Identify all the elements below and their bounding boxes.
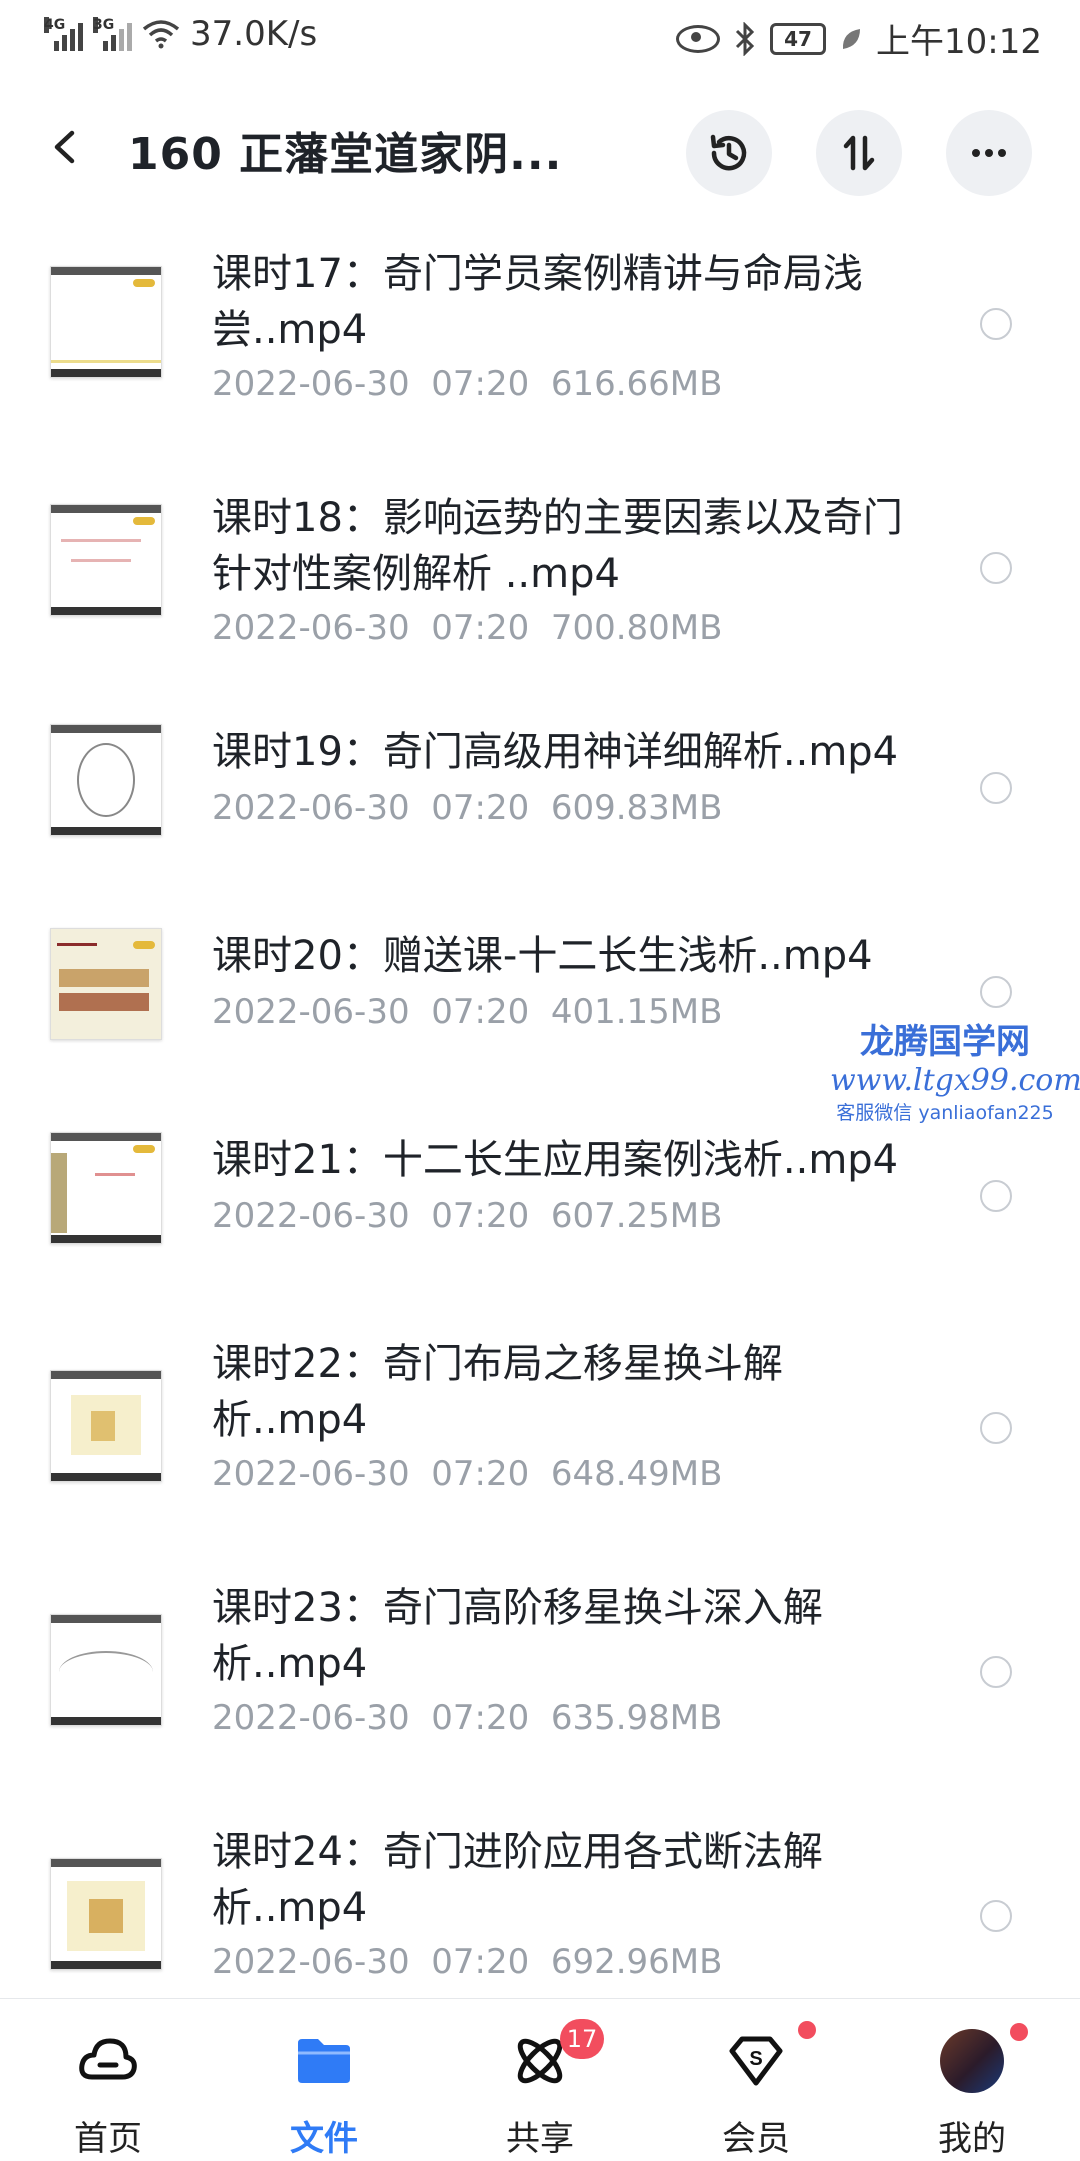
file-name: 课时21：十二长生应用案例浅析..mp4 [212, 1137, 899, 1183]
video-thumbnail [50, 1858, 162, 1970]
tab-share[interactable]: 17 共享 [432, 1999, 648, 2161]
watermark-title: 龙腾国学网 [860, 1022, 1030, 1062]
file-name: 课时24：奇门进阶应用各式断法解析..mp4 [212, 1829, 823, 1931]
select-radio[interactable] [980, 308, 1012, 340]
file-name: 课时20：赠送课-十二长生浅析..mp4 [212, 933, 873, 979]
tab-vip[interactable]: S 会员 [648, 1999, 864, 2161]
status-bar: 4G 3G 37.0K/s 47 上午10:12 [0, 0, 1080, 74]
file-meta: 2022-06-30 07:20 616.66MB [212, 364, 723, 404]
file-meta: 2022-06-30 07:20 692.96MB [212, 1942, 723, 1982]
clock: 上午10:12 [876, 22, 1042, 62]
video-thumbnail [50, 266, 162, 378]
network-type-label-2: 3G [93, 17, 115, 33]
file-meta: 2022-06-30 07:20 700.80MB [212, 608, 723, 648]
page-title: 160 正藩堂道家阴... [128, 129, 563, 180]
history-button[interactable] [686, 110, 772, 196]
file-meta: 2022-06-30 07:20 648.49MB [212, 1454, 723, 1494]
status-left: 4G 3G 37.0K/s [44, 14, 317, 54]
signal-4g-icon: 4G [44, 17, 83, 51]
tab-files[interactable]: 文件 [216, 1999, 432, 2161]
file-name: 课时19：奇门高级用神详细解析..mp4 [212, 729, 899, 775]
folder-icon [298, 2039, 350, 2083]
watermark-contact: 客服微信 yanliaofan225 [836, 1102, 1054, 1124]
file-meta: 2022-06-30 07:20 609.83MB [212, 788, 723, 828]
wifi-icon [142, 20, 180, 49]
back-arrow-icon[interactable] [48, 130, 82, 164]
more-icon [972, 149, 1006, 157]
file-meta: 2022-06-30 07:20 607.25MB [212, 1196, 723, 1236]
header-bar: 160 正藩堂道家阴... [0, 74, 1080, 234]
notification-dot [798, 2021, 816, 2039]
svg-text:S: S [749, 2048, 762, 2070]
file-list[interactable]: 课时17：奇门学员案例精讲与命局浅尝..mp4 2022-06-30 07:20… [0, 234, 1080, 1998]
eye-icon [676, 24, 721, 53]
file-name: 课时23：奇门高阶移星换斗深入解析..mp4 [212, 1585, 823, 1687]
tab-label: 共享 [506, 2119, 574, 2159]
tab-label: 首页 [74, 2119, 142, 2159]
tab-label: 文件 [290, 2119, 358, 2159]
more-button[interactable] [946, 110, 1032, 196]
file-name: 课时18：影响运势的主要因素以及奇门针对性案例解析 ..mp4 [212, 495, 903, 597]
history-icon [710, 134, 747, 171]
leaf-icon [842, 28, 861, 49]
bluetooth-icon [735, 21, 755, 56]
notification-badge: 17 [560, 2019, 604, 2059]
network-speed: 37.0K/s [190, 14, 318, 54]
file-meta: 2022-06-30 07:20 401.15MB [212, 992, 723, 1032]
video-thumbnail [50, 928, 162, 1040]
status-right: 47 上午10:12 [676, 14, 1042, 63]
video-thumbnail [50, 1614, 162, 1726]
tab-label: 会员 [722, 2119, 790, 2159]
notification-dot [1010, 2023, 1028, 2041]
select-radio[interactable] [980, 1656, 1012, 1688]
file-name: 课时22：奇门布局之移星换斗解析..mp4 [212, 1341, 783, 1443]
tab-home[interactable]: 首页 [0, 1999, 216, 2161]
select-radio[interactable] [980, 976, 1012, 1008]
select-radio[interactable] [980, 1180, 1012, 1212]
select-radio[interactable] [980, 552, 1012, 584]
tab-label: 我的 [938, 2119, 1006, 2159]
avatar [940, 2029, 1004, 2093]
bottom-nav: 首页 文件 17 共享 S 会员 我的 [0, 1998, 1080, 2161]
cloud-home-icon [79, 2038, 137, 2080]
select-radio[interactable] [980, 1900, 1012, 1932]
video-thumbnail [50, 1132, 162, 1244]
sort-button[interactable] [816, 110, 902, 196]
network-type-label: 4G [44, 17, 66, 33]
watermark: 龙腾国学网 www.ltgx99.com 客服微信 yanliaofan225 [830, 1014, 1080, 1125]
watermark-url: www.ltgx99.com [830, 1063, 1080, 1098]
video-thumbnail [50, 504, 162, 616]
file-name: 课时17：奇门学员案例精讲与命局浅尝..mp4 [212, 251, 863, 353]
tab-me[interactable]: 我的 [864, 1999, 1080, 2161]
sort-icon [843, 135, 875, 171]
video-thumbnail [50, 724, 162, 836]
signal-3g-icon: 3G [93, 17, 132, 51]
select-radio[interactable] [980, 772, 1012, 804]
battery-icon: 47 [770, 22, 827, 55]
video-thumbnail [50, 1370, 162, 1482]
file-meta: 2022-06-30 07:20 635.98MB [212, 1698, 723, 1738]
select-radio[interactable] [980, 1412, 1012, 1444]
vip-diamond-icon: S [729, 2036, 783, 2086]
